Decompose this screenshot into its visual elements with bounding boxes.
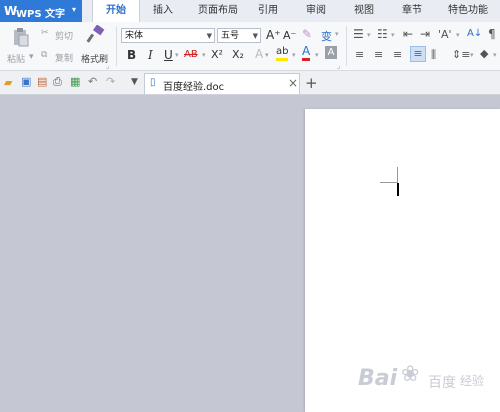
chevron-down-icon[interactable]: ▾ xyxy=(175,51,179,59)
redo-icon[interactable]: ↷ xyxy=(106,75,115,88)
save-icon[interactable]: ▣ xyxy=(21,75,31,88)
undo-icon[interactable]: ↶ xyxy=(88,75,97,88)
subscript-button[interactable]: X₂ xyxy=(232,48,244,61)
close-tab-icon[interactable]: × xyxy=(288,76,298,90)
cut-icon[interactable]: ✂ xyxy=(41,28,49,38)
tab-page-layout[interactable]: 页面布局 xyxy=(188,0,248,22)
app-title: WPS 文字 xyxy=(16,9,66,20)
chevron-down-icon: ▼ xyxy=(206,32,212,40)
print-icon[interactable]: ⎙ xyxy=(53,75,62,89)
clear-format-icon[interactable]: ✎ xyxy=(302,27,312,41)
align-left-icon[interactable]: ≡ xyxy=(355,48,364,61)
shading-fill-icon[interactable]: ◆ xyxy=(480,47,488,60)
justify-icon[interactable]: ≡ xyxy=(410,46,426,62)
new-tab-icon[interactable]: + xyxy=(305,74,318,92)
align-center-icon[interactable]: ≡ xyxy=(374,48,383,61)
copy-icon[interactable]: ⧉ xyxy=(41,50,47,60)
chevron-down-icon: ▾ xyxy=(72,5,77,14)
text-cursor xyxy=(397,183,399,196)
chevron-down-icon[interactable]: ▾ xyxy=(470,51,474,59)
highlight-button[interactable]: ab xyxy=(276,46,289,61)
superscript-button[interactable]: X² xyxy=(211,48,223,61)
document-tab-title: 百度经验.doc xyxy=(163,82,225,93)
bullet-list-icon[interactable]: ☰ xyxy=(353,27,364,41)
export-pdf-icon[interactable]: ▤ xyxy=(37,75,47,88)
chevron-down-icon: ▼ xyxy=(252,32,258,40)
chevron-down-icon[interactable]: ▾ xyxy=(391,31,395,39)
chevron-down-icon[interactable]: ▾ xyxy=(292,51,296,59)
watermark-brand-cn: 百度 xyxy=(428,375,456,391)
font-launcher-icon[interactable]: ⌟ xyxy=(337,62,340,70)
margin-corner-horizontal xyxy=(380,182,397,183)
font-name-value: 宋体 xyxy=(125,31,144,41)
font-size-select[interactable]: 五号 ▼ xyxy=(217,28,261,43)
increase-indent-icon[interactable]: ⇥ xyxy=(420,27,430,41)
paste-dropdown-icon[interactable]: ▾ xyxy=(29,52,34,62)
open-folder-icon[interactable]: ▰ xyxy=(4,76,12,89)
paste-icon[interactable] xyxy=(8,27,32,49)
app-menu-button[interactable]: W WPS 文字 ▾ xyxy=(0,0,82,22)
show-marks-icon[interactable]: ¶ xyxy=(488,27,496,41)
tab-insert[interactable]: 插入 xyxy=(141,0,185,22)
chevron-down-icon[interactable]: ▾ xyxy=(315,51,319,59)
decrease-indent-icon[interactable]: ⇤ xyxy=(403,27,413,41)
line-spacing-icon[interactable]: ⇕≡ xyxy=(452,48,470,61)
distribute-icon[interactable]: ⫼ xyxy=(431,48,436,62)
underline-button[interactable]: U xyxy=(164,48,173,62)
tab-view[interactable]: 视图 xyxy=(344,0,384,22)
italic-button[interactable]: I xyxy=(148,48,153,62)
paw-icon: ❀ xyxy=(401,362,420,387)
chevron-down-icon[interactable]: ▾ xyxy=(367,31,371,39)
copy-label[interactable]: 复制 xyxy=(55,51,73,64)
format-painter-icon[interactable] xyxy=(84,24,106,47)
doc-file-icon: ▯ xyxy=(150,77,156,88)
customize-qat-icon[interactable]: ▼ xyxy=(131,77,138,87)
clipboard-launcher-icon[interactable]: ⌟ xyxy=(106,62,109,70)
cut-label[interactable]: 剪切 xyxy=(55,29,73,42)
numbered-list-icon[interactable]: ☷ xyxy=(377,27,388,41)
document-tab[interactable]: ▯ 百度经验.doc × xyxy=(144,73,300,94)
font-size-value: 五号 xyxy=(221,31,240,41)
baidu-watermark: Bai ❀ 百度 经验 xyxy=(356,358,500,412)
group-divider xyxy=(116,26,117,66)
bold-button[interactable]: B xyxy=(127,48,136,62)
chevron-down-icon[interactable]: ▾ xyxy=(265,51,269,59)
shrink-font-button[interactable]: A⁻ xyxy=(283,29,296,42)
chevron-down-icon[interactable]: ▾ xyxy=(456,31,460,39)
paste-label[interactable]: 粘贴 xyxy=(7,52,25,65)
chevron-down-icon[interactable]: ▾ xyxy=(335,30,339,38)
char-shading-button[interactable]: A xyxy=(325,46,337,59)
change-case-icon[interactable]: 'A' xyxy=(438,28,452,41)
margin-corner-vertical xyxy=(397,167,398,183)
chevron-down-icon[interactable]: ▾ xyxy=(202,51,206,59)
text-effect-button[interactable]: A xyxy=(255,47,263,61)
tab-sections[interactable]: 章节 xyxy=(392,0,432,22)
format-painter-label[interactable]: 格式刷 xyxy=(81,52,108,65)
font-color-button[interactable]: A xyxy=(302,45,311,61)
tab-review[interactable]: 审阅 xyxy=(296,0,336,22)
strikethrough-button[interactable]: AB xyxy=(184,49,198,60)
grow-font-button[interactable]: A⁺ xyxy=(266,28,281,42)
watermark-sub: 经验 xyxy=(460,374,485,388)
align-right-icon[interactable]: ≡ xyxy=(393,48,402,61)
sort-button[interactable]: A↓ xyxy=(467,28,482,39)
pinyin-guide-button[interactable]: 变 xyxy=(321,28,332,44)
print-preview-icon[interactable]: ▦ xyxy=(70,75,80,88)
chevron-down-icon[interactable]: ▾ xyxy=(493,51,497,59)
group-divider xyxy=(346,26,347,66)
font-name-select[interactable]: 宋体 ▼ xyxy=(121,28,215,43)
tab-references[interactable]: 引用 xyxy=(250,0,286,22)
tab-home[interactable]: 开始 xyxy=(92,0,140,22)
tab-special-features[interactable]: 特色功能 xyxy=(438,0,498,22)
watermark-brand: Bai xyxy=(358,366,398,391)
